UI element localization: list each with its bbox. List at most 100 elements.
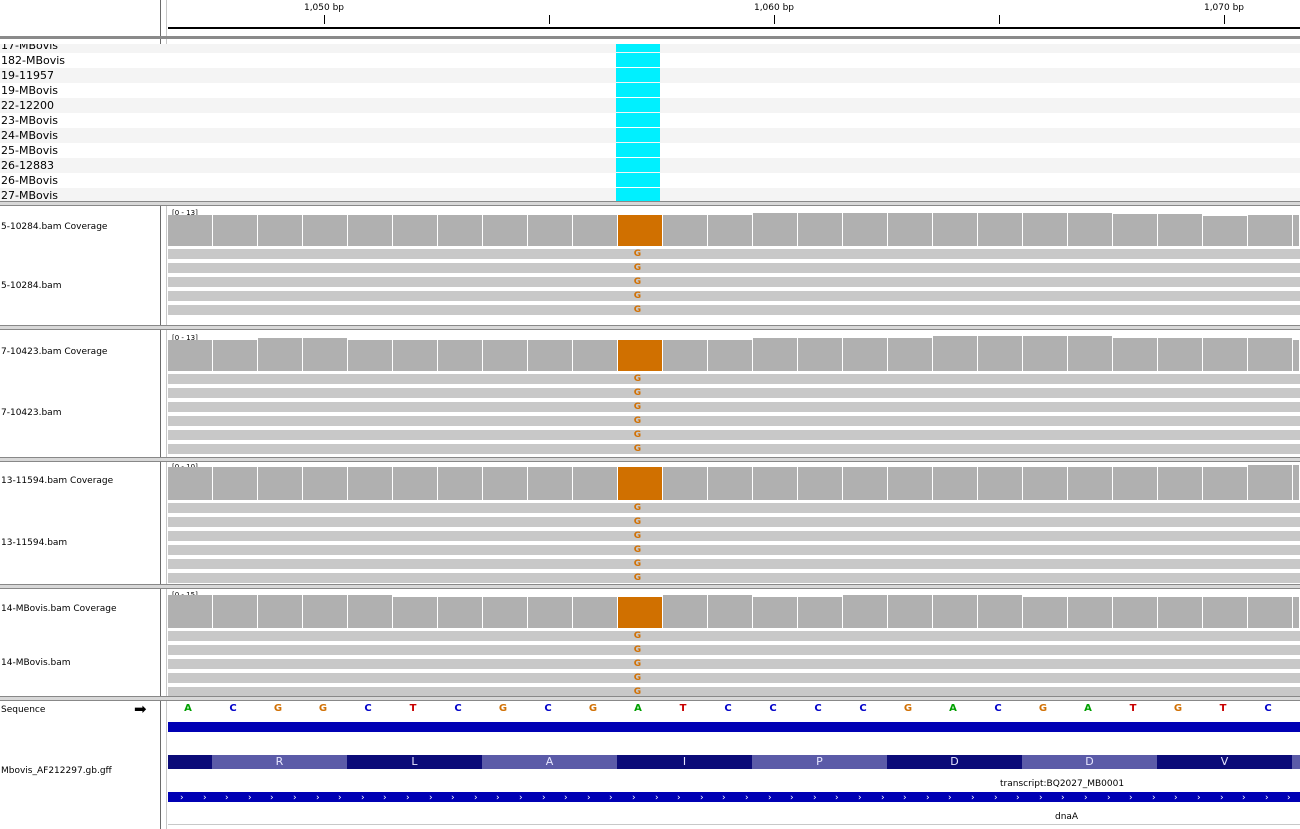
coverage-bar[interactable] <box>303 338 348 371</box>
read-alignment[interactable] <box>168 263 1300 273</box>
read-alignment[interactable] <box>168 416 1300 426</box>
read-alignment[interactable] <box>168 388 1300 398</box>
coverage-bar[interactable] <box>303 595 348 628</box>
genotype-cell[interactable] <box>616 98 660 112</box>
coverage-bar[interactable] <box>1158 214 1203 246</box>
coverage-bar[interactable] <box>258 467 303 500</box>
coverage-bar[interactable] <box>168 467 213 500</box>
amino-acid-segment[interactable]: D <box>887 755 1022 769</box>
coverage-bar[interactable] <box>978 595 1023 628</box>
coverage-bar[interactable] <box>348 340 393 371</box>
coverage-bar[interactable] <box>573 467 618 500</box>
panel-divider[interactable] <box>0 325 1300 330</box>
coverage-bar[interactable] <box>933 336 978 371</box>
variant-sample-panel[interactable]: 17-MBovis 182-MBovis 19-11957 19-MBovis 22-1… <box>0 44 1300 201</box>
sequence-track-label[interactable]: Sequence <box>1 705 45 715</box>
coverage-bar[interactable] <box>1023 467 1068 500</box>
coverage-bar[interactable] <box>348 215 393 246</box>
coverage-bar[interactable] <box>933 213 978 246</box>
coverage-track-label[interactable]: 13-11594.bam Coverage <box>1 476 113 486</box>
amino-acid-segment[interactable]: R <box>212 755 347 769</box>
bam-track-panel[interactable]: 13-11594.bam Coverage13-11594.bam[0 - 10… <box>0 460 1300 584</box>
coverage-bar[interactable] <box>663 340 708 371</box>
gene-track-label[interactable]: Mbovis_AF212297.gb.gff <box>1 766 112 776</box>
amino-acid-segment[interactable]: I <box>617 755 752 769</box>
genotype-cell[interactable] <box>616 143 660 157</box>
coverage-bar[interactable] <box>528 597 573 628</box>
coverage-bar[interactable] <box>1203 338 1248 371</box>
bam-track-panel[interactable]: 14-MBovis.bam Coverage14-MBovis.bam[0 - … <box>0 588 1300 697</box>
read-alignment[interactable] <box>168 444 1300 454</box>
coverage-bar[interactable] <box>978 213 1023 246</box>
coverage-bar[interactable] <box>393 467 438 500</box>
read-alignment[interactable] <box>168 531 1300 541</box>
coverage-bar[interactable] <box>303 467 348 500</box>
coverage-bar[interactable] <box>753 597 798 628</box>
read-alignment[interactable] <box>168 631 1300 641</box>
coverage-bar[interactable] <box>213 215 258 246</box>
coverage-track-label[interactable]: 7-10423.bam Coverage <box>1 347 107 357</box>
coverage-bar[interactable] <box>708 340 753 371</box>
coverage-bar[interactable] <box>1113 214 1158 246</box>
coverage-bar[interactable] <box>393 340 438 371</box>
coverage-bar[interactable] <box>528 467 573 500</box>
read-alignment[interactable] <box>168 517 1300 527</box>
coverage-bar[interactable] <box>798 338 843 371</box>
coverage-bar[interactable] <box>843 467 888 500</box>
coverage-bar-variant[interactable] <box>618 340 663 371</box>
coverage-bar[interactable] <box>888 213 933 246</box>
coverage-bar[interactable] <box>663 595 708 628</box>
amino-acid-segment[interactable]: A <box>482 755 617 769</box>
amino-acid-segment[interactable]: D <box>1022 755 1157 769</box>
read-alignment[interactable] <box>168 573 1300 583</box>
coverage-bar[interactable] <box>978 467 1023 500</box>
coverage-bar[interactable] <box>438 340 483 371</box>
coverage-bar[interactable] <box>1113 467 1158 500</box>
coverage-bar[interactable] <box>483 467 528 500</box>
coverage-bar[interactable] <box>303 215 348 246</box>
coverage-bar[interactable] <box>753 338 798 371</box>
read-alignment[interactable] <box>168 402 1300 412</box>
coverage-bar[interactable] <box>753 213 798 246</box>
read-alignment[interactable] <box>168 545 1300 555</box>
coverage-bar[interactable] <box>1203 597 1248 628</box>
coverage-bar[interactable] <box>753 467 798 500</box>
coverage-bar[interactable] <box>348 595 393 628</box>
genotype-cell[interactable] <box>616 83 660 97</box>
bam-track-panel[interactable]: 5-10284.bam Coverage 5-10284.bam [0 - 13] G… <box>0 206 1300 325</box>
amino-acid-segment[interactable]: P <box>752 755 887 769</box>
coverage-bar[interactable] <box>258 338 303 371</box>
coverage-bar-variant[interactable] <box>618 467 663 500</box>
coverage-bar[interactable] <box>528 215 573 246</box>
coverage-bar[interactable] <box>1293 465 1300 500</box>
coverage-bar[interactable] <box>933 595 978 628</box>
coverage-bar[interactable] <box>798 597 843 628</box>
coverage-bar[interactable] <box>708 215 753 246</box>
coverage-bar[interactable] <box>168 215 213 246</box>
read-alignment[interactable] <box>168 503 1300 513</box>
coverage-bar[interactable] <box>528 340 573 371</box>
coverage-bar[interactable] <box>258 215 303 246</box>
coverage-bar[interactable] <box>1248 338 1293 371</box>
coverage-bar[interactable] <box>1248 465 1293 500</box>
alignment-track-label[interactable]: 5-10284.bam <box>1 281 61 291</box>
coverage-bar[interactable] <box>1293 215 1300 246</box>
coverage-bar[interactable] <box>483 340 528 371</box>
coverage-bar[interactable] <box>213 467 258 500</box>
coverage-bar[interactable] <box>213 595 258 628</box>
coverage-bar[interactable] <box>258 595 303 628</box>
coverage-bar[interactable] <box>1248 215 1293 246</box>
genotype-cell[interactable] <box>616 68 660 82</box>
coverage-bar[interactable] <box>1068 336 1113 371</box>
bam-track-panel[interactable]: 7-10423.bam Coverage 7-10423.bam [0 - 13] G… <box>0 331 1300 457</box>
coverage-bar[interactable] <box>573 340 618 371</box>
coverage-bar[interactable] <box>213 340 258 371</box>
coverage-bar[interactable] <box>843 338 888 371</box>
coverage-bar[interactable] <box>1158 338 1203 371</box>
coverage-bar[interactable] <box>1023 336 1068 371</box>
alignment-track-label[interactable]: 14-MBovis.bam <box>1 658 71 668</box>
coverage-bar[interactable] <box>1068 467 1113 500</box>
coverage-bar[interactable] <box>1113 597 1158 628</box>
coverage-bar[interactable] <box>663 467 708 500</box>
read-alignment[interactable] <box>168 559 1300 569</box>
